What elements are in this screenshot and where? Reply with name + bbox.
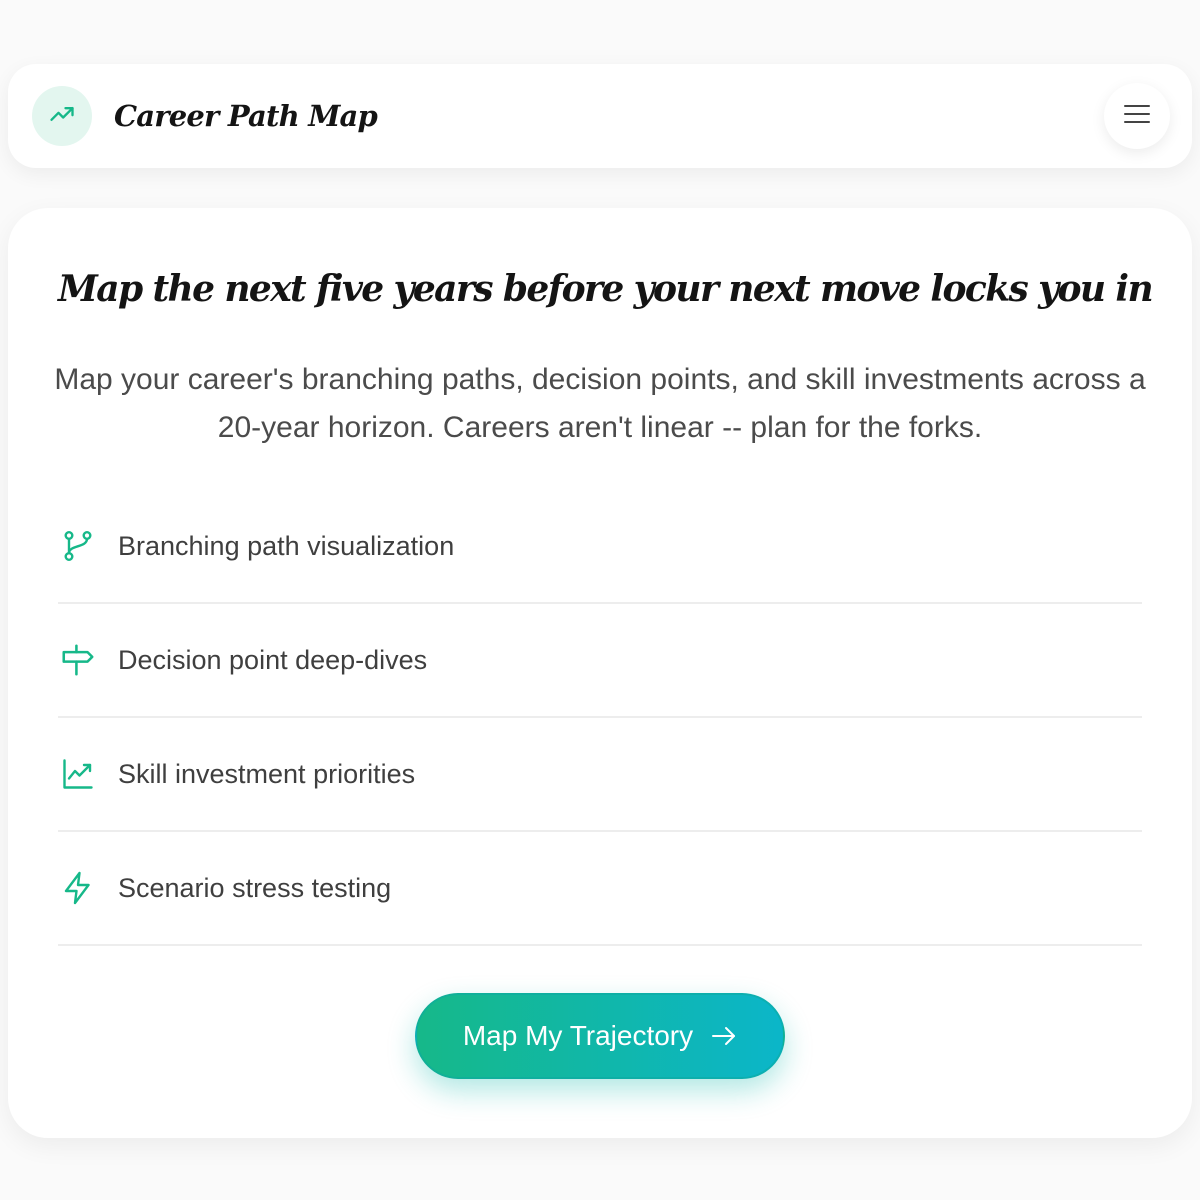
signpost-icon xyxy=(58,640,98,680)
feature-label: Scenario stress testing xyxy=(118,872,392,903)
arrow-right-icon xyxy=(711,1025,737,1047)
logo-badge xyxy=(32,86,92,146)
app-title: Career Path Map xyxy=(114,99,378,133)
menu-button[interactable] xyxy=(1104,83,1170,149)
trending-up-icon xyxy=(48,100,76,132)
feature-label: Skill investment priorities xyxy=(118,758,416,789)
lightning-bolt-icon xyxy=(58,868,98,908)
feature-item: Decision point deep-dives xyxy=(58,604,1142,718)
page-headline: Map the next five years before your next… xyxy=(58,268,1154,310)
hamburger-menu-icon xyxy=(1124,103,1150,129)
git-branch-icon xyxy=(58,526,98,566)
feature-item: Branching path visualization xyxy=(58,490,1142,604)
page-subtitle: Map your career's branching paths, decis… xyxy=(54,363,1146,444)
feature-item: Scenario stress testing xyxy=(58,832,1142,946)
map-trajectory-button[interactable]: Map My Trajectory xyxy=(415,993,785,1079)
intro-card: Map the next five years before your next… xyxy=(8,208,1192,1138)
app-header: Career Path Map xyxy=(8,64,1192,168)
cta-label: Map My Trajectory xyxy=(462,1020,694,1051)
feature-label: Decision point deep-dives xyxy=(118,644,428,675)
feature-label: Branching path visualization xyxy=(118,530,455,561)
feature-list: Branching path visualization Decision po… xyxy=(58,490,1142,946)
feature-item: Skill investment priorities xyxy=(58,718,1142,832)
line-chart-icon xyxy=(58,754,98,794)
